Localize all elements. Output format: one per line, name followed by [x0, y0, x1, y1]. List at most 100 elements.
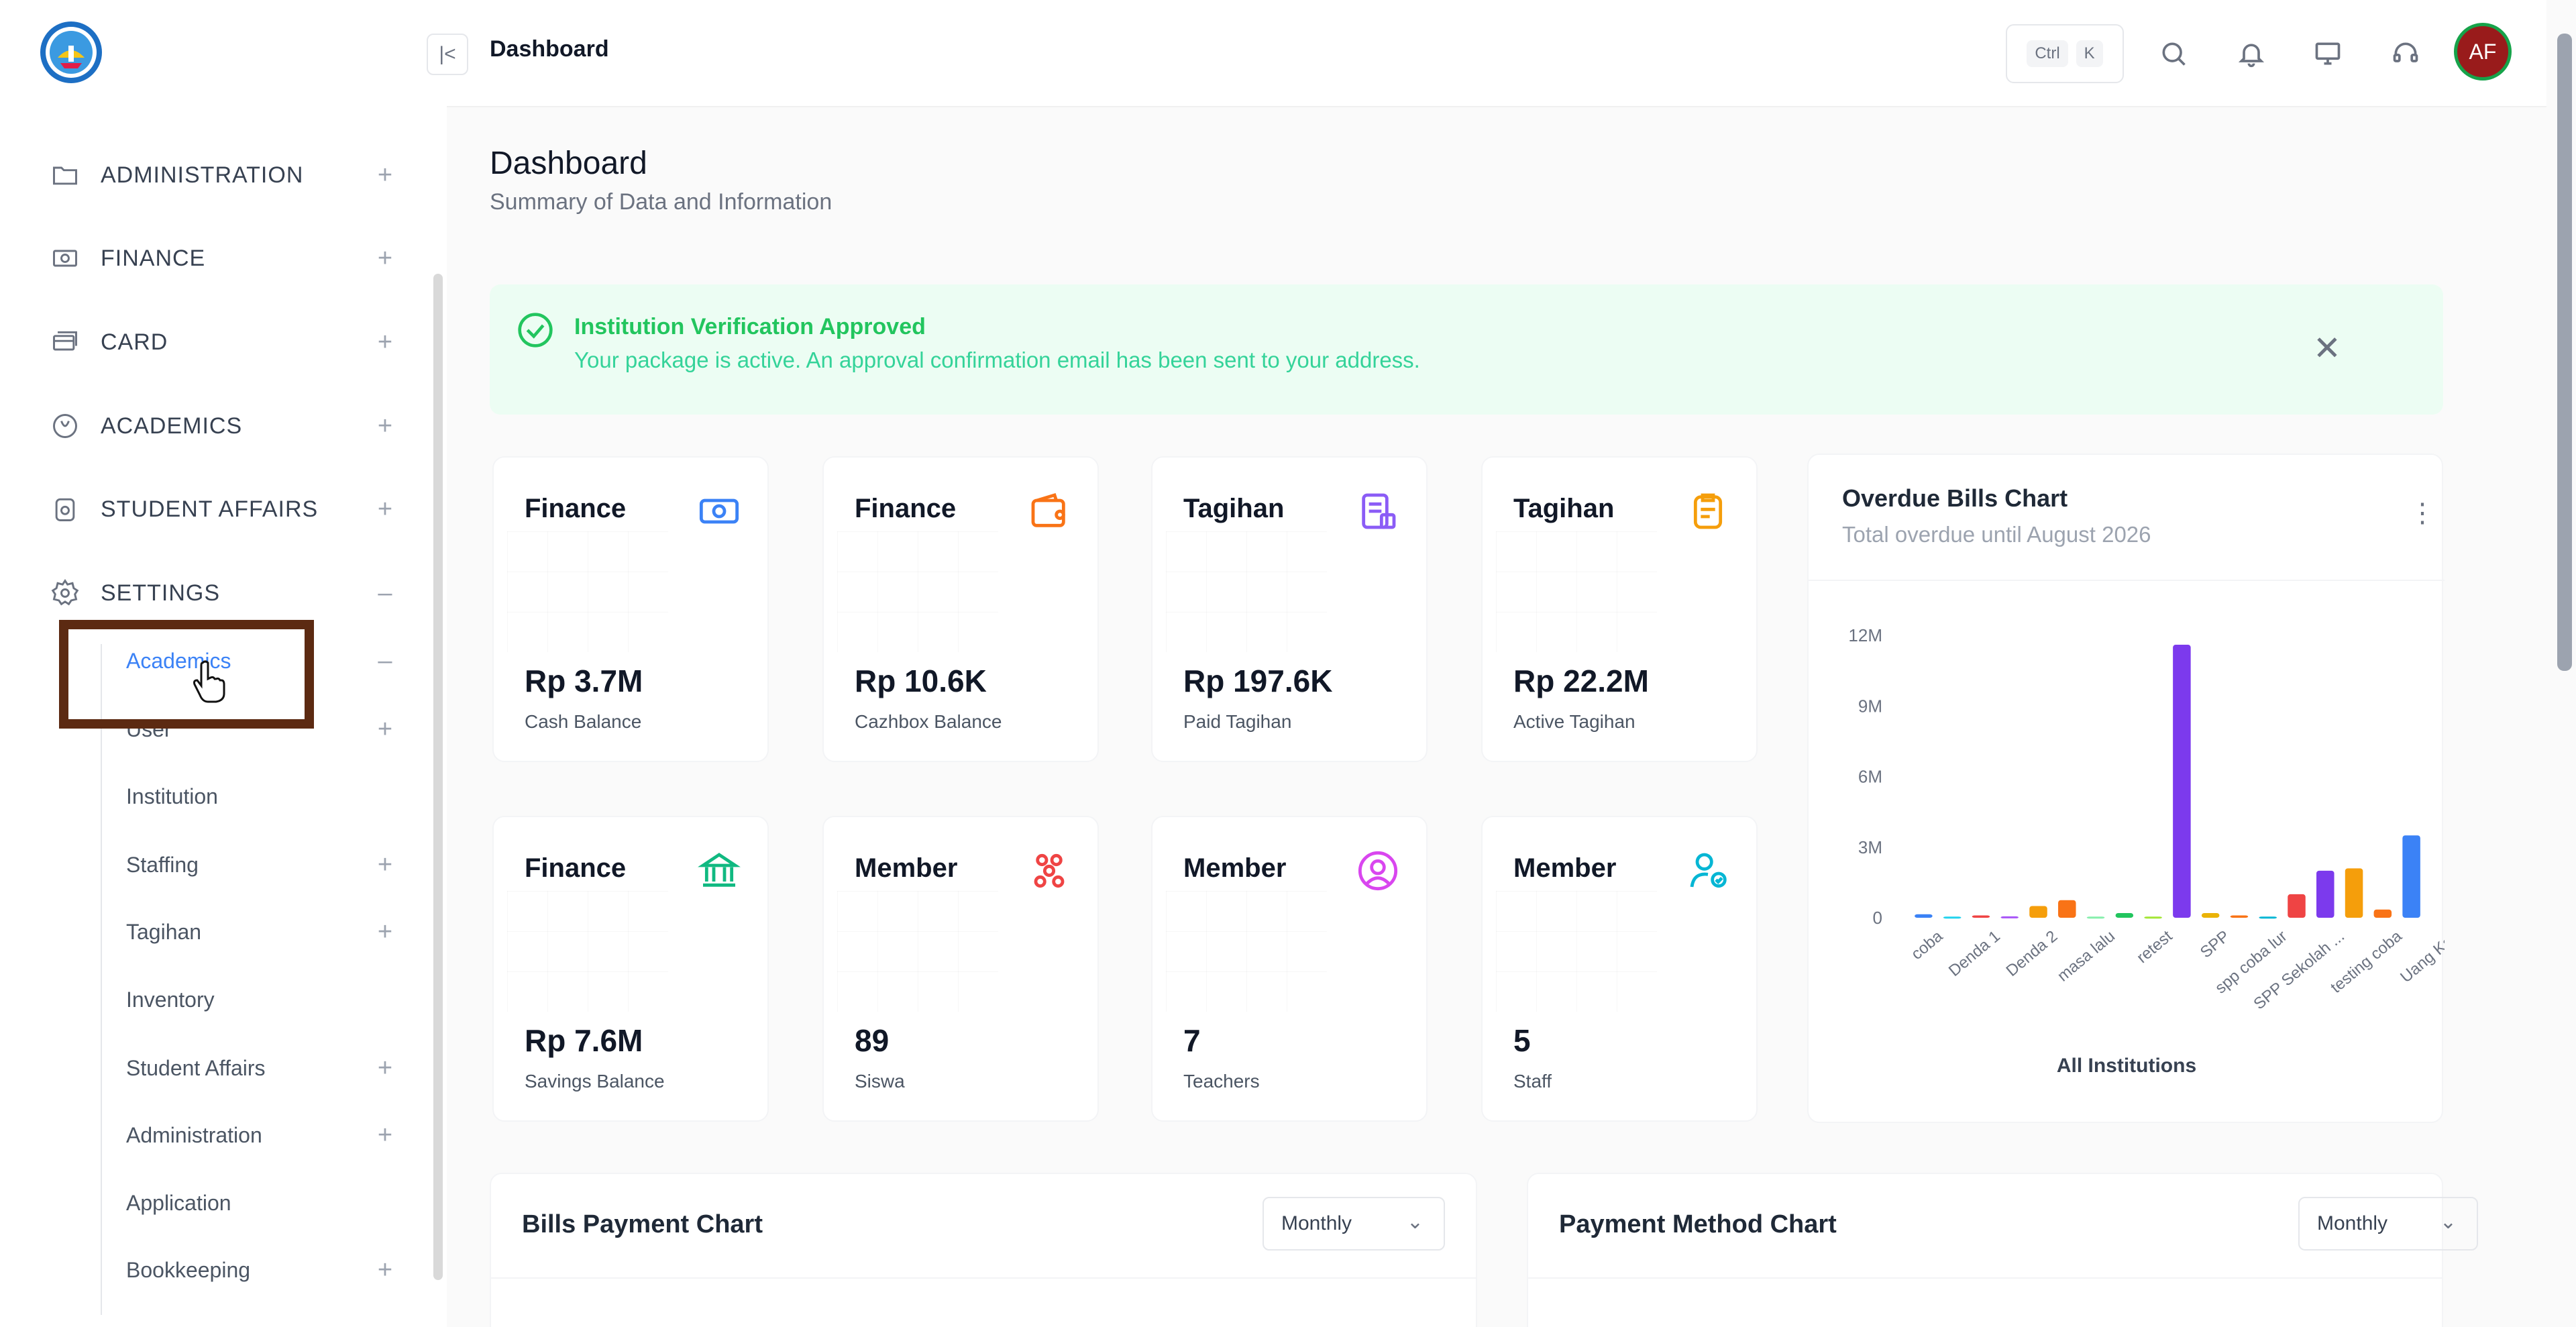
expand-icon[interactable]: +	[372, 161, 398, 190]
stat-card-savings-balance[interactable]: Finance Rp 7.6M Savings Balance	[492, 816, 769, 1122]
bar[interactable]	[2201, 912, 2220, 918]
stat-card-staff[interactable]: Member 5 Staff	[1481, 816, 1758, 1122]
bar[interactable]	[2288, 894, 2306, 918]
card-label: Savings Balance	[525, 1071, 665, 1092]
monitor-icon[interactable]	[2308, 34, 2348, 74]
chart-title: Overdue Bills Chart	[1842, 484, 2068, 512]
collapse-icon[interactable]: –	[372, 579, 398, 608]
expand-icon[interactable]: +	[372, 412, 398, 441]
bar[interactable]	[2259, 916, 2277, 919]
card-title: Member	[855, 853, 958, 883]
bar[interactable]	[2173, 645, 2191, 918]
y-tick-label: 9M	[1858, 696, 1882, 716]
x-tick-label: SPP	[2197, 927, 2233, 962]
expand-icon[interactable]: +	[372, 851, 398, 880]
collapse-icon[interactable]: –	[372, 647, 398, 676]
bar[interactable]	[1972, 915, 1990, 918]
subitem-label: Administration	[126, 1122, 262, 1147]
card-title: Member	[1183, 853, 1287, 883]
stat-card-cazhbox-balance[interactable]: Finance Rp 10.6K Cazhbox Balance	[822, 456, 1099, 762]
clipboard-icon	[1681, 484, 1735, 538]
search-icon[interactable]	[2153, 34, 2194, 74]
x-tick-label: Denda 2	[2002, 927, 2061, 980]
expand-icon[interactable]: +	[372, 328, 398, 357]
settings-subitem-application[interactable]: Application	[126, 1179, 398, 1226]
bar[interactable]	[2144, 916, 2162, 919]
bar[interactable]	[2230, 915, 2249, 918]
alert-title: Institution Verification Approved	[574, 314, 926, 339]
academics-icon	[50, 411, 80, 441]
sidebar-item-card[interactable]: CARD +	[50, 319, 398, 366]
bar[interactable]	[2115, 912, 2134, 918]
breadcrumb: Dashboard	[490, 36, 609, 62]
bar[interactable]	[2000, 916, 2019, 918]
chart-x-caption: All Institutions	[2056, 1055, 2197, 1077]
stat-card-paid-tagihan[interactable]: Tagihan Rp 197.6K Paid Tagihan	[1151, 456, 1428, 762]
bills-payment-chart-card: Bills Payment Chart Monthly ⌄	[490, 1173, 1477, 1327]
collapse-sidebar-button[interactable]: |<	[427, 34, 468, 75]
bar[interactable]	[2402, 835, 2420, 918]
chart-menu-icon[interactable]: ⋮	[2409, 498, 2436, 529]
sidebar-item-student-affairs[interactable]: STUDENT AFFAIRS +	[50, 486, 398, 533]
sidebar-scrollbar[interactable]	[433, 274, 443, 1280]
user-avatar[interactable]: AF	[2454, 23, 2512, 81]
subitem-label: Bookkeeping	[126, 1257, 251, 1282]
expand-icon[interactable]: +	[372, 918, 398, 947]
sidebar-item-finance[interactable]: FINANCE +	[50, 235, 398, 282]
app-logo[interactable]	[38, 19, 105, 86]
stat-card-siswa[interactable]: Member 89 Siswa	[822, 816, 1099, 1122]
card-pattern	[1166, 891, 1327, 1012]
bar[interactable]	[2058, 900, 2076, 918]
settings-subitem-bookkeeping[interactable]: Bookkeeping +	[126, 1246, 398, 1293]
support-icon[interactable]	[2385, 34, 2426, 74]
stat-card-cash-balance[interactable]: Finance Rp 3.7M Cash Balance	[492, 456, 769, 762]
page-scrollbar[interactable]	[2557, 34, 2572, 671]
settings-subitem-tagihan[interactable]: Tagihan +	[126, 908, 398, 955]
bar[interactable]	[2029, 906, 2047, 918]
settings-subitem-staffing[interactable]: Staffing +	[126, 841, 398, 888]
bar[interactable]	[2345, 868, 2363, 918]
bell-icon[interactable]	[2231, 34, 2271, 74]
settings-subitem-administration[interactable]: Administration +	[126, 1112, 398, 1159]
chart-subtitle: Total overdue until August 2026	[1842, 522, 2151, 547]
payment-method-period-select[interactable]: Monthly ⌄	[2298, 1197, 2478, 1251]
bills-payment-divider	[491, 1277, 1476, 1279]
check-circle-icon	[518, 313, 553, 348]
user-check-icon	[1681, 844, 1735, 898]
bar[interactable]	[1915, 914, 1933, 918]
command-search-shortcut[interactable]: Ctrl K	[2006, 24, 2124, 83]
subitem-label: Student Affairs	[126, 1055, 266, 1080]
settings-subitem-institution[interactable]: Institution	[126, 773, 398, 820]
stat-card-active-tagihan[interactable]: Tagihan Rp 22.2M Active Tagihan	[1481, 456, 1758, 762]
student-affairs-icon	[50, 494, 80, 525]
sidebar-item-settings[interactable]: SETTINGS –	[50, 570, 398, 617]
x-tick-label: masa lalu	[2054, 927, 2118, 986]
card-pattern	[507, 531, 668, 652]
expand-icon[interactable]: +	[372, 1054, 398, 1083]
bills-payment-period-select[interactable]: Monthly ⌄	[1263, 1197, 1445, 1251]
expand-icon[interactable]: +	[372, 1121, 398, 1150]
bar[interactable]	[1943, 916, 1962, 919]
close-alert-button[interactable]: ✕	[2313, 329, 2341, 368]
x-tick-label: Denda 1	[1945, 927, 2004, 980]
expand-icon[interactable]: +	[372, 1256, 398, 1285]
expand-icon[interactable]: +	[372, 244, 398, 273]
bar[interactable]	[2373, 909, 2392, 918]
payment-method-period-value: Monthly	[2317, 1212, 2388, 1234]
sidebar-item-label: ACADEMICS	[101, 413, 243, 439]
card-label: Cash Balance	[525, 711, 642, 732]
settings-subitem-inventory[interactable]: Inventory	[126, 976, 398, 1023]
sidebar-item-administration[interactable]: ADMINISTRATION +	[50, 152, 398, 199]
payment-method-divider	[1528, 1277, 2442, 1279]
expand-icon[interactable]: +	[372, 715, 398, 744]
stat-card-teachers[interactable]: Member 7 Teachers	[1151, 816, 1428, 1122]
card-label: Siswa	[855, 1071, 905, 1092]
bar[interactable]	[2086, 916, 2105, 919]
settings-subitem-student-affairs[interactable]: Student Affairs +	[126, 1045, 398, 1092]
y-tick-label: 6M	[1858, 767, 1882, 787]
sidebar-item-academics[interactable]: ACADEMICS +	[50, 403, 398, 449]
expand-icon[interactable]: +	[372, 495, 398, 524]
sidebar-item-label: STUDENT AFFAIRS	[101, 496, 319, 522]
bar[interactable]	[2316, 870, 2334, 918]
alert-text: Your package is active. An approval conf…	[574, 348, 1420, 372]
